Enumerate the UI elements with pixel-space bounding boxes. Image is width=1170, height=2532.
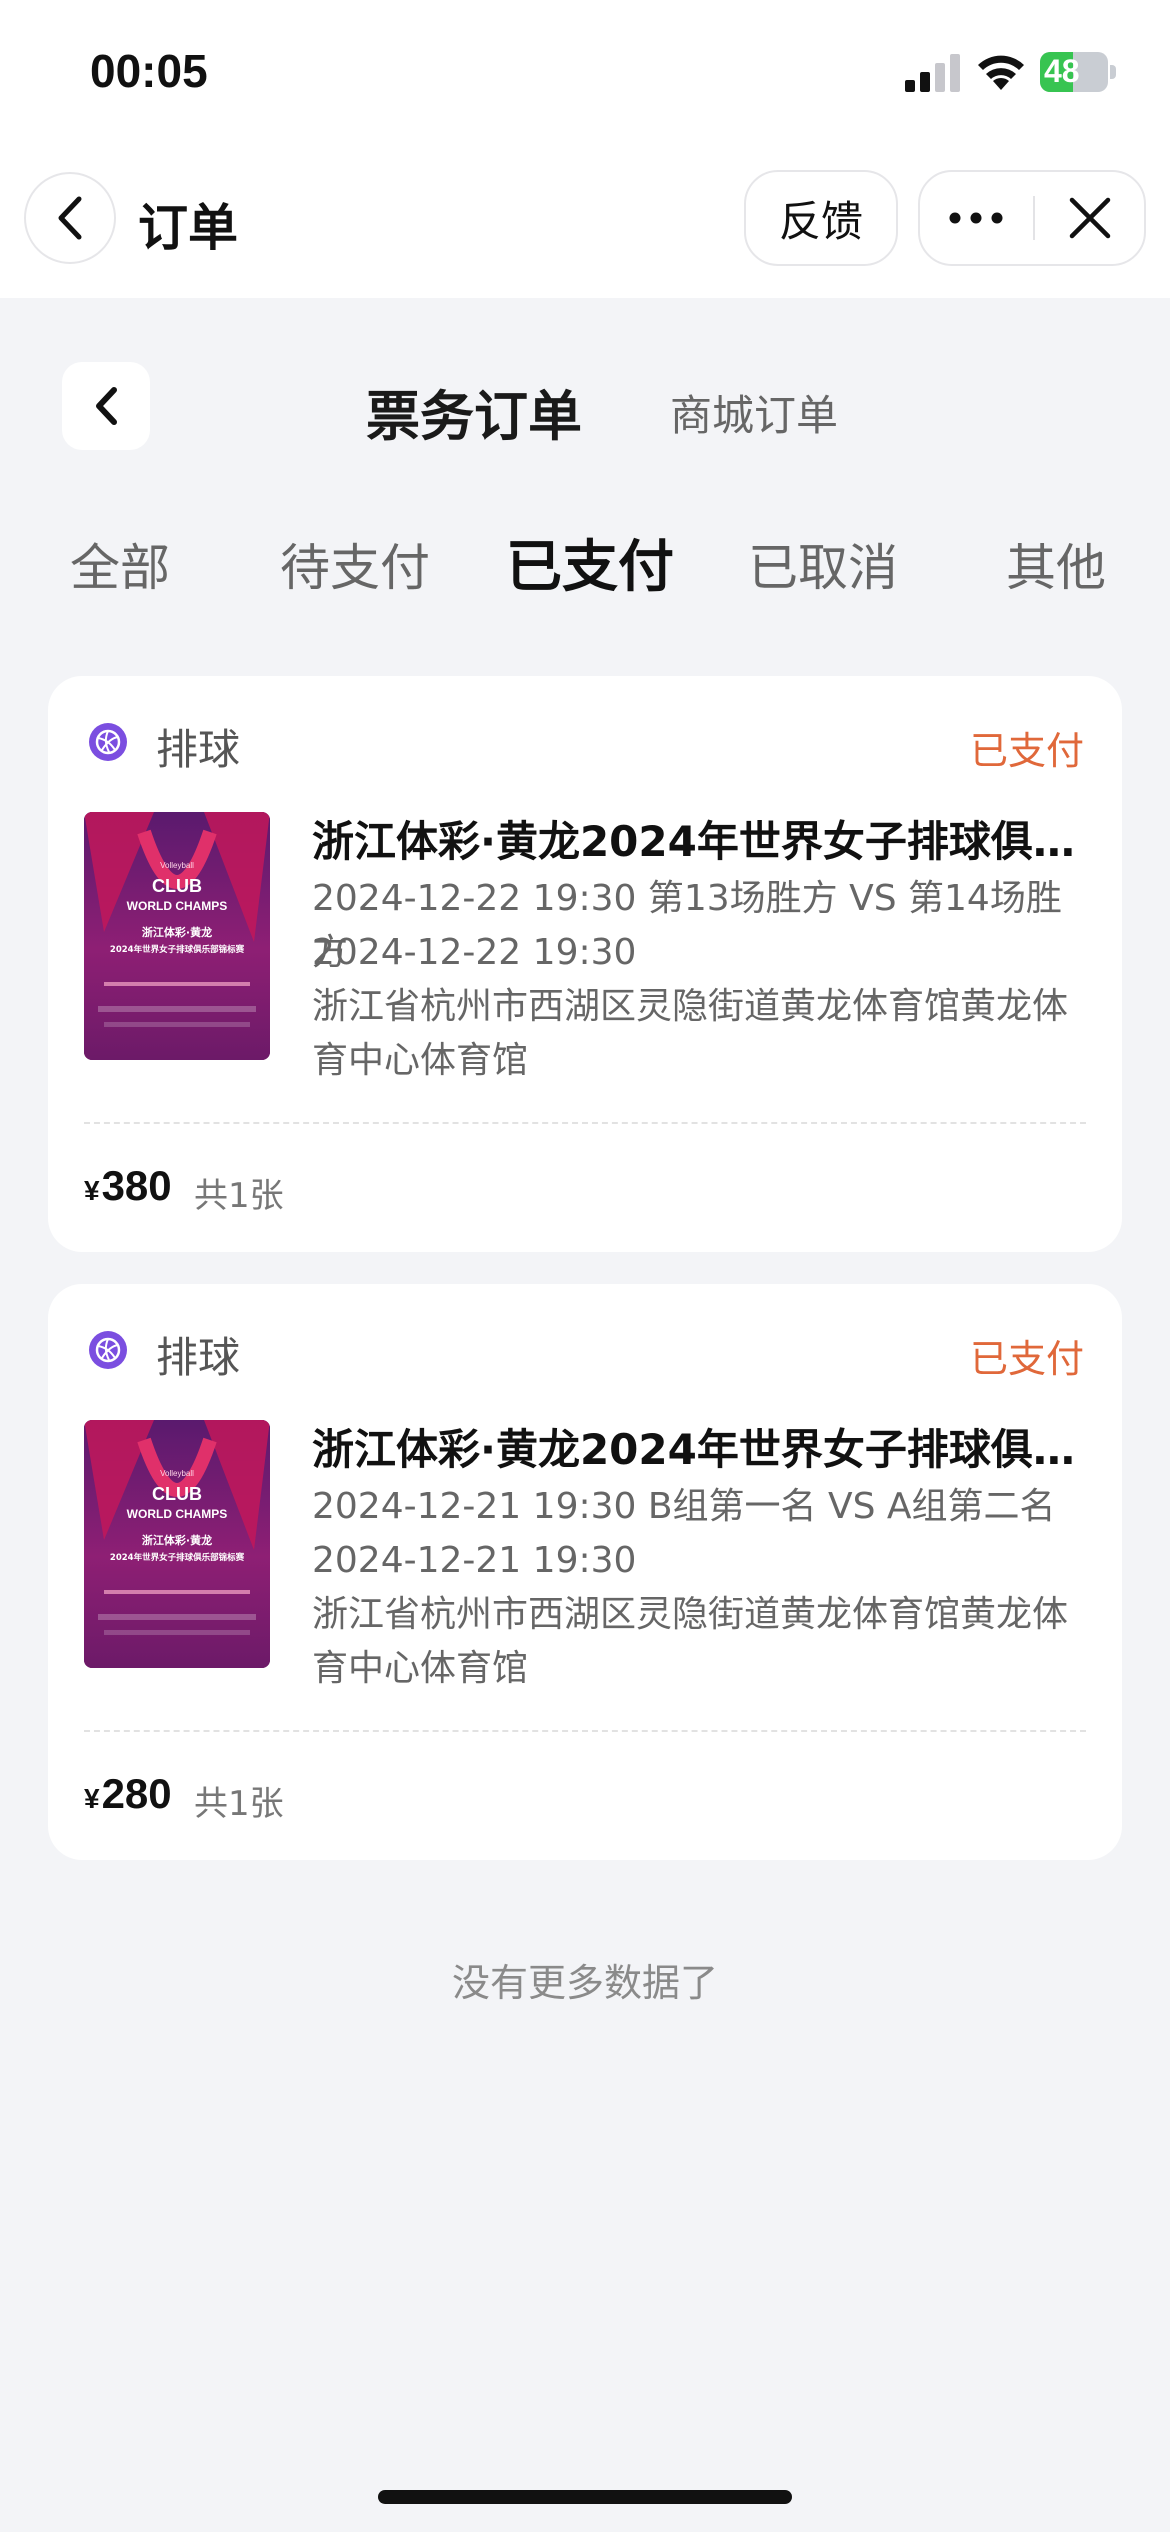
event-poster: Volleyball CLUB WORLD CHAMPS 浙江体彩·黄龙 202… (84, 1420, 270, 1668)
more-button[interactable] (920, 172, 1032, 264)
poster-line1: CLUB (152, 876, 202, 896)
poster-brand: Volleyball (160, 861, 194, 870)
filter-tab-all[interactable]: 全部 (70, 528, 170, 600)
page-title: 订单 (138, 199, 238, 257)
cellular-signal-icon (905, 54, 960, 92)
chevron-left-icon (96, 387, 117, 425)
filter-tab-paid[interactable]: 已支付 (506, 522, 674, 603)
battery-icon: 48 (1040, 52, 1116, 92)
order-price: ¥ 380 (84, 1162, 172, 1210)
miniapp-capsule (918, 170, 1146, 266)
tab-mall-orders[interactable]: 商城订单 (670, 382, 838, 443)
category-label: 排球 (156, 1333, 241, 1382)
order-quantity: 共1张 (194, 1784, 284, 1824)
filter-tab-other[interactable]: 其他 (1006, 528, 1106, 600)
feedback-button[interactable]: 反馈 (744, 170, 898, 266)
more-dots-icon (949, 212, 1003, 224)
currency-symbol: ¥ (84, 1783, 100, 1814)
inner-back-button[interactable] (62, 362, 150, 450)
volleyball-icon (89, 1331, 127, 1369)
poster-line4: 2024年世界女子排球俱乐部锦标赛 (110, 944, 245, 955)
status-badge: 已支付 (969, 729, 1084, 773)
order-quantity: 共1张 (194, 1176, 284, 1216)
volleyball-icon (89, 723, 127, 761)
order-card[interactable]: 排球 已支付 Volleyball CLUB WORLD CHAMPS 浙江体彩… (48, 676, 1122, 1252)
order-title: 浙江体彩·黄龙2024年世界女子排球俱乐部锦标赛 (312, 817, 1092, 866)
poster-line2: WORLD CHAMPS (127, 1507, 228, 1521)
home-indicator[interactable] (378, 2490, 792, 2504)
category-label: 排球 (156, 725, 241, 774)
card-divider (84, 1730, 1086, 1732)
order-address: 浙江省杭州市西湖区灵隐街道黄龙体育馆黄龙体育中心体育馆 (312, 1594, 1069, 1689)
filter-tab-cancelled[interactable]: 已取消 (748, 528, 898, 600)
order-card[interactable]: 排球 已支付 Volleyball CLUB WORLD CHAMPS 浙江体彩… (48, 1284, 1122, 1860)
back-button[interactable] (24, 172, 116, 264)
order-address: 浙江省杭州市西湖区灵隐街道黄龙体育馆黄龙体育中心体育馆 (312, 986, 1069, 1081)
order-datetime: 2024-12-22 19:30 (312, 932, 637, 973)
poster-brand: Volleyball (160, 1469, 194, 1478)
card-divider (84, 1122, 1086, 1124)
tab-ticket-orders[interactable]: 票务订单 (366, 372, 582, 451)
status-badge: 已支付 (969, 1337, 1084, 1381)
battery-percent: 48 (1044, 53, 1080, 89)
status-time: 00:05 (90, 45, 208, 97)
order-price: ¥ 280 (84, 1770, 172, 1818)
event-poster: Volleyball CLUB WORLD CHAMPS 浙江体彩·黄龙 202… (84, 812, 270, 1060)
price-value: 380 (101, 1162, 172, 1209)
poster-line1: CLUB (152, 1484, 202, 1504)
poster-line2: WORLD CHAMPS (127, 899, 228, 913)
poster-line3: 浙江体彩·黄龙 (142, 925, 212, 939)
currency-symbol: ¥ (84, 1175, 100, 1206)
chevron-left-icon (58, 196, 82, 240)
poster-line4: 2024年世界女子排球俱乐部锦标赛 (110, 1552, 245, 1563)
filter-tab-pending[interactable]: 待支付 (280, 528, 430, 600)
order-title: 浙江体彩·黄龙2024年世界女子排球俱乐部锦标赛 (312, 1425, 1092, 1474)
end-of-list-text: 没有更多数据了 (451, 1961, 718, 2005)
capsule-divider (1033, 196, 1035, 240)
order-match: 2024-12-21 19:30 B组第一名 VS A组第二名 (312, 1486, 1056, 1527)
price-value: 280 (101, 1770, 172, 1817)
close-icon (1069, 197, 1111, 239)
close-button[interactable] (1036, 172, 1144, 264)
order-datetime: 2024-12-21 19:30 (312, 1540, 637, 1581)
wifi-icon (978, 55, 1024, 90)
poster-line3: 浙江体彩·黄龙 (142, 1533, 212, 1547)
